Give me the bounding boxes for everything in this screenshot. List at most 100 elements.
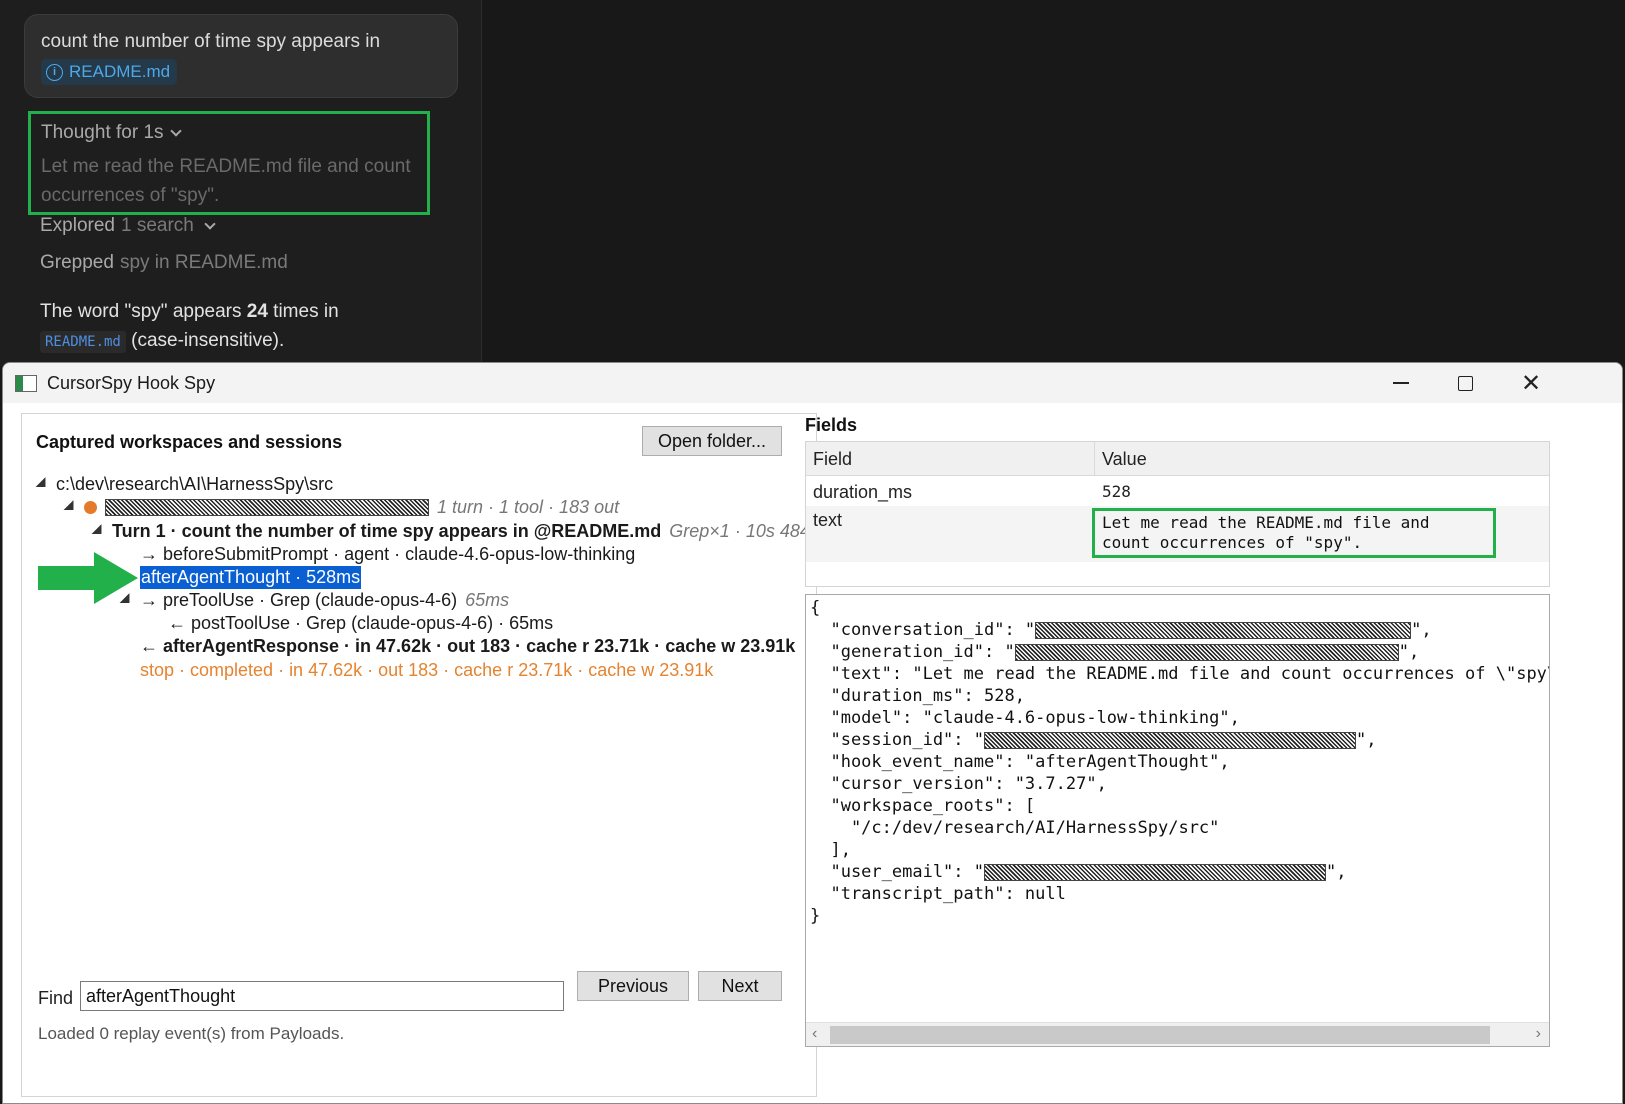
redacted-value — [984, 863, 1326, 881]
explored-count: 1 search — [121, 215, 194, 236]
column-header-value[interactable]: Value — [1095, 442, 1147, 476]
chevron-down-icon — [169, 124, 182, 137]
json-line: "user_email": " ", — [810, 862, 1347, 882]
session-status-dot — [84, 501, 97, 514]
app-icon — [15, 375, 37, 392]
json-line: "generation_id": " ", — [810, 642, 1420, 662]
scroll-left-icon[interactable]: ‹ — [812, 1025, 817, 1043]
json-line: "session_id": " ", — [810, 730, 1377, 750]
answer-count: 24 — [246, 301, 268, 322]
grid-row[interactable]: duration_ms 528 — [806, 478, 1549, 506]
fields-label: Fields — [805, 415, 858, 435]
window-title: CursorSpy Hook Spy — [47, 373, 216, 393]
grepped-line[interactable]: Grepped spy in README.md — [40, 250, 288, 276]
tree-event-before-submit[interactable]: → beforeSubmitPrompt · agent · claude-4.… — [140, 543, 635, 566]
event-label: stop · completed · in 47.62k · out 183 ·… — [140, 660, 714, 680]
collapse-triangle-icon — [35, 477, 51, 492]
minimize-icon — [1393, 382, 1409, 384]
json-viewer[interactable]: { "conversation_id": " ", "generation_id"… — [805, 594, 1550, 1047]
json-text: { "conversation_id": " ", "generation_id"… — [810, 597, 1550, 927]
explored-toggle[interactable]: Explored 1 search — [40, 213, 216, 239]
thought-highlight-box: Thought for 1s Let me read the README.md… — [28, 111, 430, 215]
turn-label: Turn 1 · count the number of time spy ap… — [112, 521, 662, 541]
json-line: "cursor_version": "3.7.27", — [810, 774, 1107, 794]
file-chip-label: README.md — [69, 62, 171, 81]
open-folder-button[interactable]: Open folder... — [642, 426, 782, 456]
thought-body: Let me read the README.md file and count… — [41, 156, 411, 206]
event-label: ← afterAgentResponse · in 47.62k · out 1… — [140, 636, 796, 656]
redacted-value — [984, 731, 1356, 749]
column-header-field[interactable]: Field — [806, 442, 852, 476]
field-value-highlighted: Let me read the README.md file and count… — [1092, 508, 1496, 558]
tree-turn-node[interactable]: Turn 1 · count the number of time spy ap… — [91, 520, 834, 543]
tree-event-after-response[interactable]: ← afterAgentResponse · in 47.62k · out 1… — [140, 635, 795, 658]
field-name: duration_ms — [813, 482, 913, 502]
event-label: → beforeSubmitPrompt · agent · claude-4.… — [140, 544, 636, 564]
json-line: "text": "Let me read the README.md file … — [810, 664, 1550, 684]
grid-row[interactable]: text Let me read the README.md file and … — [806, 506, 1549, 562]
user-message-text: count the number of time spy appears in — [41, 31, 381, 52]
event-label: → preToolUse · Grep (claude-opus-4-6) — [140, 590, 458, 610]
redacted-value — [1014, 643, 1399, 661]
previous-button[interactable]: Previous — [577, 971, 689, 1001]
answer-tail: (case-insensitive). — [125, 330, 285, 351]
tree-event-post-tool[interactable]: ← postToolUse · Grep (claude-opus-4-6) ·… — [168, 612, 553, 635]
json-line: "hook_event_name": "afterAgentThought", — [810, 752, 1230, 772]
grepped-detail: spy in README.md — [119, 252, 288, 273]
find-label: Find — [38, 988, 74, 1008]
scrollbar-thumb[interactable] — [830, 1026, 1490, 1044]
tree-workspace-node[interactable]: c:\dev\research\AI\HarnessSpy\src — [35, 473, 334, 496]
next-button[interactable]: Next — [698, 971, 782, 1001]
info-circle-icon: i — [46, 63, 63, 81]
maximize-icon — [1457, 375, 1473, 391]
title-bar[interactable]: CursorSpy Hook Spy ✕ — [3, 363, 1622, 403]
tree-event-pre-tool[interactable]: → preToolUse · Grep (claude-opus-4-6) 65… — [119, 589, 510, 612]
json-line: "model": "claude-4.6-opus-low-thinking", — [810, 708, 1240, 728]
pre-tool-meta: 65ms — [465, 590, 510, 610]
assistant-answer: The word "spy" appears 24 times in READM… — [40, 297, 460, 355]
redacted-session-id — [105, 499, 429, 516]
close-icon: ✕ — [1520, 369, 1542, 397]
sessions-pane-title: Captured workspaces and sessions — [36, 432, 343, 452]
field-value: 528 — [1102, 482, 1131, 501]
readme-file-chip[interactable]: i README.md — [41, 59, 178, 85]
close-button[interactable]: ✕ — [1499, 363, 1563, 403]
maximize-button[interactable] — [1433, 363, 1497, 403]
answer-pre: The word "spy" appears — [40, 301, 247, 322]
minimize-button[interactable] — [1369, 363, 1433, 403]
tree-event-after-thought[interactable]: afterAgentThought · 528ms — [140, 566, 362, 589]
json-line: "transcript_path": null — [810, 884, 1066, 904]
workspace-path: c:\dev\research\AI\HarnessSpy\src — [56, 474, 334, 494]
session-meta: 1 turn · 1 tool · 183 out — [437, 497, 620, 517]
answer-code-chip[interactable]: README.md — [40, 331, 126, 353]
hook-spy-window: CursorSpy Hook Spy ✕ Captured workspaces… — [2, 362, 1623, 1104]
grid-header: Field Value — [806, 442, 1549, 476]
explored-verb: Explored — [40, 215, 115, 236]
grepped-verb: Grepped — [40, 252, 114, 273]
scroll-right-icon[interactable]: › — [1536, 1025, 1541, 1043]
thought-header-label: Thought for 1s — [41, 122, 164, 143]
sessions-pane: Captured workspaces and sessions Open fo… — [21, 413, 834, 1097]
editor-background — [482, 0, 1625, 366]
event-label-selected: afterAgentThought · 528ms — [140, 566, 362, 589]
collapse-triangle-icon — [119, 593, 135, 608]
json-line: "duration_ms": 528, — [810, 686, 1025, 706]
collapse-triangle-icon — [91, 524, 107, 539]
answer-post: times in — [267, 301, 339, 322]
tree-event-stop[interactable]: stop · completed · in 47.62k · out 183 ·… — [140, 659, 713, 682]
horizontal-scrollbar[interactable]: ‹ › — [806, 1022, 1549, 1046]
json-line: } — [810, 906, 821, 926]
json-line: "workspace_roots": [ — [810, 796, 1036, 816]
user-message-bubble: count the number of time spy appears in … — [24, 14, 458, 98]
fields-grid: Field Value duration_ms 528 text Let me … — [805, 441, 1550, 587]
status-text: Loaded 0 replay event(s) from Payloads. — [38, 1024, 345, 1043]
thought-toggle[interactable]: Thought for 1s — [41, 120, 417, 146]
json-line: "/c:/dev/research/AI/HarnessSpy/src" — [810, 818, 1220, 838]
event-label: ← postToolUse · Grep (claude-opus-4-6) ·… — [168, 613, 554, 633]
json-line: ], — [810, 840, 851, 860]
find-input[interactable] — [80, 981, 564, 1011]
json-line: { — [810, 598, 821, 618]
collapse-triangle-icon — [63, 500, 79, 515]
tree-session-node[interactable]: 1 turn · 1 tool · 183 out — [63, 496, 620, 519]
json-line: "conversation_id": " ", — [810, 620, 1432, 640]
